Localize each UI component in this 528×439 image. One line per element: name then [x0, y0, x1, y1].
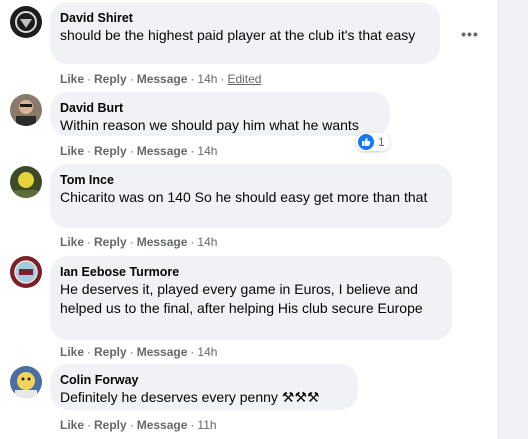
comment-text: should be the highest paid player at the… — [60, 27, 416, 43]
avatar[interactable] — [10, 256, 42, 288]
right-rail-scroll-area — [498, 0, 528, 439]
comment-actions: Like · Reply · Message · 11h — [60, 418, 217, 432]
reply-link[interactable]: Reply — [94, 72, 127, 86]
comment-author[interactable]: David Burt — [60, 100, 378, 116]
comment-text: Chicarito was on 140 So he should easy g… — [60, 189, 428, 205]
timestamp[interactable]: 14h — [197, 144, 217, 158]
comment-1: David Shiret should be the highest paid … — [0, 0, 498, 92]
reaction-count: 1 — [378, 135, 385, 149]
comment-4: Ian Eebose Turmore He deserves it, playe… — [0, 254, 498, 364]
message-link[interactable]: Message — [137, 345, 188, 359]
message-link[interactable]: Message — [137, 418, 188, 432]
avatar[interactable] — [10, 6, 42, 38]
comment-bubble: Ian Eebose Turmore He deserves it, playe… — [50, 256, 452, 340]
reply-link[interactable]: Reply — [94, 144, 127, 158]
timestamp[interactable]: 14h — [197, 235, 217, 249]
reaction-summary[interactable]: 1 — [356, 133, 390, 151]
comment-author[interactable]: Ian Eebose Turmore — [60, 264, 440, 280]
comment-bubble: David Shiret should be the highest paid … — [50, 2, 440, 64]
comment-5: Colin Forway Definitely he deserves ever… — [0, 364, 498, 439]
comment-author[interactable]: David Shiret — [60, 10, 428, 26]
comment-author[interactable]: Colin Forway — [60, 372, 346, 388]
comment-2: David Burt Within reason we should pay h… — [0, 92, 498, 164]
timestamp[interactable]: 11h — [197, 418, 216, 432]
comment-3: Tom Ince Chicarito was on 140 So he shou… — [0, 164, 498, 254]
comment-bubble: Colin Forway Definitely he deserves ever… — [50, 364, 358, 410]
comment-bubble: David Burt Within reason we should pay h… — [50, 92, 390, 136]
like-link[interactable]: Like — [60, 345, 84, 359]
like-link[interactable]: Like — [60, 235, 84, 249]
avatar[interactable] — [10, 366, 42, 398]
message-link[interactable]: Message — [137, 144, 188, 158]
edited-link[interactable]: Edited — [227, 72, 261, 86]
like-link[interactable]: Like — [60, 144, 84, 158]
comment-actions: Like · Reply · Message · 14h · Edited — [60, 72, 262, 86]
like-link[interactable]: Like — [60, 418, 84, 432]
comment-text: Within reason we should pay him what he … — [60, 117, 359, 133]
timestamp[interactable]: 14h — [197, 72, 217, 86]
like-link[interactable]: Like — [60, 72, 84, 86]
message-link[interactable]: Message — [137, 72, 188, 86]
comment-actions: Like · Reply · Message · 14h — [60, 235, 218, 249]
reply-link[interactable]: Reply — [94, 345, 127, 359]
comment-text: Definitely he deserves every penny ⚒⚒⚒ — [60, 389, 320, 405]
comment-author[interactable]: Tom Ince — [60, 172, 440, 188]
comment-text: He deserves it, played every game in Eur… — [60, 281, 423, 316]
avatar[interactable] — [10, 94, 42, 126]
avatar[interactable] — [10, 166, 42, 198]
comment-bubble: Tom Ince Chicarito was on 140 So he shou… — [50, 164, 452, 228]
more-options-button[interactable]: ••• — [456, 24, 484, 44]
thumbs-up-icon — [358, 134, 374, 150]
comment-actions: Like · Reply · Message · 14h — [60, 345, 218, 359]
timestamp[interactable]: 14h — [197, 345, 217, 359]
message-link[interactable]: Message — [137, 235, 188, 249]
reply-link[interactable]: Reply — [94, 235, 127, 249]
comment-actions: Like · Reply · Message · 14h — [60, 144, 218, 158]
reply-link[interactable]: Reply — [94, 418, 127, 432]
